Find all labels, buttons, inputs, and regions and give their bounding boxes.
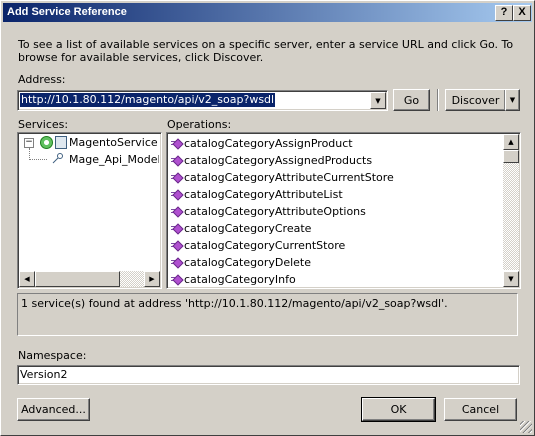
operation-item[interactable]: catalogCategoryDelete bbox=[171, 254, 311, 271]
tree-item-mage-api-model[interactable]: Mage_Api_Model bbox=[69, 153, 159, 166]
service-icon bbox=[40, 136, 53, 149]
tree-line bbox=[29, 159, 47, 161]
operation-label: catalogCategoryAssignProduct bbox=[184, 137, 353, 150]
arrow-up-icon: ▲ bbox=[508, 138, 514, 146]
method-icon bbox=[171, 274, 184, 286]
title-bar[interactable]: Add Service Reference ? X bbox=[3, 3, 532, 22]
arrow-left-icon: ◀ bbox=[24, 275, 30, 283]
services-label: Services: bbox=[18, 118, 69, 131]
address-label: Address: bbox=[18, 73, 66, 86]
separator bbox=[437, 89, 439, 111]
operation-label: catalogCategoryAttributeOptions bbox=[184, 205, 366, 218]
address-combobox[interactable]: http://10.1.80.112/magento/api/v2_soap?w… bbox=[17, 90, 388, 111]
add-service-reference-dialog: Add Service Reference ? X To see a list … bbox=[0, 0, 535, 436]
operation-label: catalogCategoryDelete bbox=[184, 256, 311, 269]
advanced-button[interactable]: Advanced... bbox=[17, 398, 90, 421]
services-horizontal-scrollbar[interactable]: ◀ ▶ bbox=[19, 271, 160, 287]
method-icon bbox=[171, 172, 184, 184]
cancel-button[interactable]: Cancel bbox=[444, 398, 517, 421]
operation-item[interactable]: catalogCategoryCreate bbox=[171, 220, 311, 237]
arrow-down-icon: ▼ bbox=[508, 275, 514, 283]
operation-label: catalogCategoryAssignedProducts bbox=[184, 154, 373, 167]
chevron-down-icon: ▼ bbox=[509, 96, 516, 104]
discover-dropdown-button[interactable]: ▼ bbox=[505, 89, 520, 111]
method-icon bbox=[171, 206, 184, 218]
instructions-text: To see a list of available services on a… bbox=[18, 38, 514, 64]
tree-item-magentoservice[interactable]: MagentoService bbox=[69, 136, 158, 149]
operation-label: catalogCategoryCreate bbox=[184, 222, 312, 235]
collapse-toggle[interactable]: − bbox=[24, 138, 34, 148]
scroll-thumb[interactable] bbox=[503, 150, 519, 163]
status-box: 1 service(s) found at address 'http://10… bbox=[17, 293, 518, 336]
dialog-title: Add Service Reference bbox=[7, 6, 127, 18]
method-icon bbox=[171, 240, 184, 252]
operation-label: catalogCategoryAttributeList bbox=[184, 188, 343, 201]
scroll-up-button[interactable]: ▲ bbox=[503, 134, 519, 150]
chevron-down-icon: ▼ bbox=[375, 96, 381, 105]
operations-label: Operations: bbox=[167, 118, 232, 131]
scroll-right-button[interactable]: ▶ bbox=[144, 271, 160, 287]
operation-item[interactable]: catalogCategoryAssignProduct bbox=[171, 135, 353, 152]
scroll-left-button[interactable]: ◀ bbox=[19, 271, 35, 287]
namespace-field[interactable]: Version2 bbox=[17, 365, 520, 385]
resize-grip[interactable] bbox=[520, 421, 532, 433]
address-input[interactable]: http://10.1.80.112/magento/api/v2_soap?w… bbox=[20, 93, 276, 107]
discover-button[interactable]: Discover bbox=[445, 89, 506, 111]
go-button[interactable]: Go bbox=[393, 89, 430, 111]
close-button[interactable]: X bbox=[513, 5, 531, 21]
operation-item[interactable]: catalogCategoryAttributeCurrentStore bbox=[171, 169, 394, 186]
operation-label: catalogCategoryCurrentStore bbox=[184, 239, 346, 252]
operation-item[interactable]: catalogCategoryAssignedProducts bbox=[171, 152, 372, 169]
operation-label: catalogCategoryAttributeCurrentStore bbox=[184, 171, 394, 184]
services-tree[interactable]: − MagentoService Mage_Api_Model ◀ ▶ bbox=[17, 132, 162, 289]
method-icon bbox=[171, 223, 184, 235]
scroll-thumb[interactable] bbox=[35, 271, 120, 287]
ok-button[interactable]: OK bbox=[361, 397, 436, 422]
scroll-track[interactable] bbox=[503, 163, 519, 270]
operation-item[interactable]: catalogCategoryInfo bbox=[171, 271, 296, 288]
operation-label: catalogCategoryInfo bbox=[184, 273, 296, 286]
page-icon bbox=[55, 136, 67, 149]
address-dropdown-button[interactable]: ▼ bbox=[370, 92, 386, 109]
status-text: 1 service(s) found at address 'http://10… bbox=[21, 297, 448, 310]
namespace-input[interactable]: Version2 bbox=[20, 368, 67, 381]
arrow-right-icon: ▶ bbox=[149, 275, 155, 283]
method-icon bbox=[171, 257, 184, 269]
namespace-label: Namespace: bbox=[18, 349, 87, 362]
operations-list[interactable]: ▲ ▼ catalogCategoryAssignProduct catalogC… bbox=[166, 132, 521, 289]
scroll-down-button[interactable]: ▼ bbox=[503, 271, 519, 287]
interface-icon bbox=[52, 153, 63, 164]
operation-item[interactable]: catalogCategoryAttributeOptions bbox=[171, 203, 366, 220]
help-button[interactable]: ? bbox=[495, 5, 513, 21]
method-icon bbox=[171, 189, 184, 201]
operation-item[interactable]: catalogCategoryCurrentStore bbox=[171, 237, 345, 254]
method-icon bbox=[171, 138, 184, 150]
operation-item[interactable]: catalogCategoryAttributeList bbox=[171, 186, 343, 203]
method-icon bbox=[171, 155, 184, 167]
